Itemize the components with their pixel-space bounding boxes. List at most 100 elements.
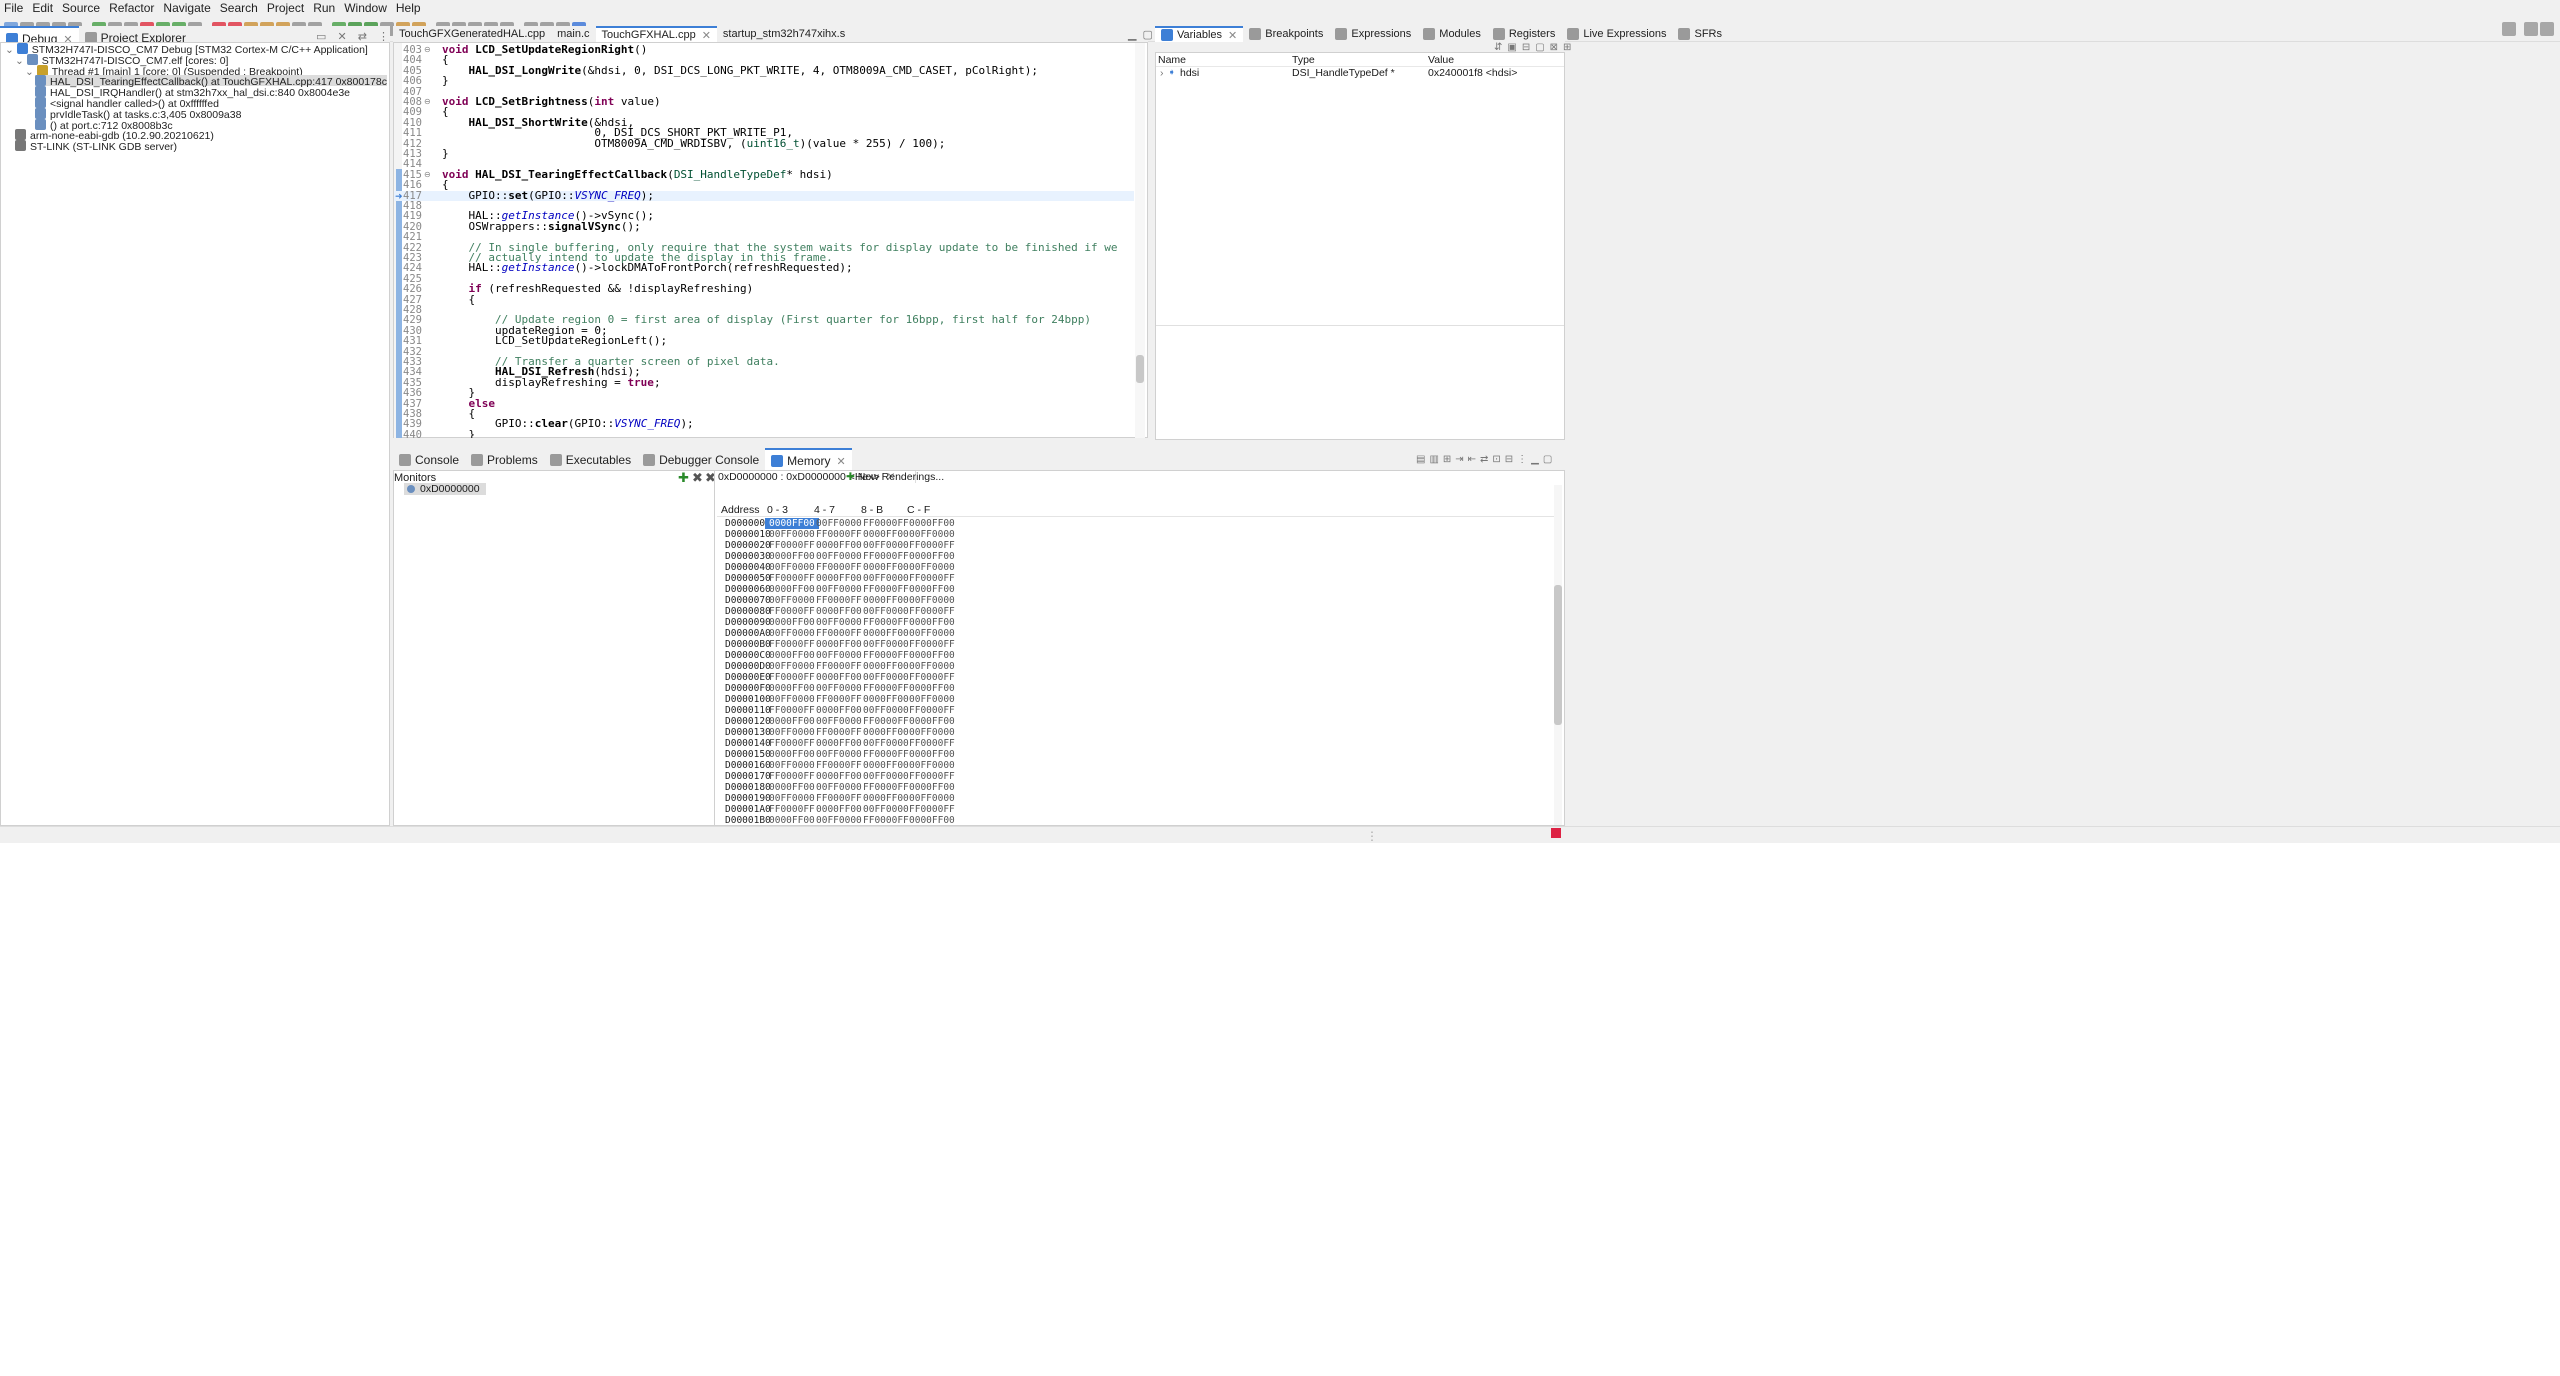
memory-cell[interactable]: 0000FF00 xyxy=(765,518,819,529)
search-icon[interactable] xyxy=(2502,22,2516,36)
memory-cell[interactable]: 00FF0000 xyxy=(909,760,955,771)
monitor-item[interactable]: 0xD0000000 xyxy=(404,483,486,495)
memory-cell[interactable]: 0000FF00 xyxy=(816,606,862,617)
memory-cell[interactable]: 0000FF00 xyxy=(769,584,815,595)
memory-cell[interactable]: 0000FF00 xyxy=(769,551,815,562)
column-header-value[interactable]: Value xyxy=(1428,54,1454,66)
editor-scroll-thumb[interactable] xyxy=(1136,355,1144,383)
memory-cell[interactable]: FF0000FF xyxy=(816,562,862,573)
chevron-right-icon[interactable]: › xyxy=(1160,67,1164,79)
memory-cell[interactable]: 00FF0000 xyxy=(863,606,909,617)
memory-cell[interactable]: 0000FF00 xyxy=(909,683,955,694)
editor-tab-main-c[interactable]: main.c xyxy=(551,26,595,42)
memory-cell[interactable]: 00FF0000 xyxy=(863,672,909,683)
debug-tree-item[interactable]: arm-none-eabi-gdb (10.2.90.20210621) xyxy=(15,129,214,142)
memory-cell[interactable]: 0000FF00 xyxy=(769,815,815,826)
memory-cell[interactable]: 0000FF00 xyxy=(816,672,862,683)
details-pane-divider[interactable] xyxy=(1156,325,1564,326)
memory-cell[interactable]: FF0000FF xyxy=(769,771,815,782)
memory-scroll-thumb[interactable] xyxy=(1554,585,1562,725)
bottom-tab-problems[interactable]: Problems xyxy=(465,448,544,472)
memory-cell[interactable]: FF0000FF xyxy=(863,782,909,793)
debug-tree-item[interactable]: ⌄ STM32H747I-DISCO_CM7.elf [cores: 0] xyxy=(15,53,228,66)
memory-cell[interactable]: 0000FF00 xyxy=(863,760,909,771)
menu-run[interactable]: Run xyxy=(313,1,335,15)
bottom-tab-console[interactable]: Console xyxy=(393,448,465,472)
memory-cell[interactable]: 0000FF00 xyxy=(816,738,862,749)
memory-cell[interactable]: FF0000FF xyxy=(909,771,955,782)
memory-cell[interactable]: 00FF0000 xyxy=(769,628,815,639)
debug-tree-item[interactable]: ST-LINK (ST-LINK GDB server) xyxy=(15,140,177,153)
memory-cell[interactable]: 0000FF00 xyxy=(816,639,862,650)
memory-cell[interactable]: FF0000FF xyxy=(909,606,955,617)
new-renderings-tab[interactable]: ✚ New Renderings... xyxy=(846,471,996,483)
remove-monitor-icon[interactable]: ✖ xyxy=(692,470,703,486)
memory-cell[interactable]: FF0000FF xyxy=(769,639,815,650)
memory-cell[interactable]: 00FF0000 xyxy=(863,540,909,551)
add-monitor-icon[interactable]: ✚ xyxy=(678,470,689,486)
memory-cell[interactable]: 00FF0000 xyxy=(816,650,862,661)
memory-cell[interactable]: 0000FF00 xyxy=(909,518,955,529)
variable-row[interactable]: › ➧ hdsi DSI_HandleTypeDef * 0x240001f8 <hds… xyxy=(1156,67,1564,79)
vars-tab-breakpoints[interactable]: Breakpoints xyxy=(1243,26,1329,42)
memory-cell[interactable]: FF0000FF xyxy=(909,573,955,584)
memory-cell[interactable]: FF0000FF xyxy=(863,584,909,595)
fold-icon[interactable]: ⊖ xyxy=(424,97,431,107)
memory-cell[interactable]: 00FF0000 xyxy=(909,562,955,573)
c-cpp-perspective-icon[interactable] xyxy=(2540,22,2554,36)
memory-cell[interactable]: 0000FF00 xyxy=(863,628,909,639)
memory-cell[interactable]: FF0000FF xyxy=(863,551,909,562)
memory-cell[interactable]: FF0000FF xyxy=(863,815,909,826)
open-perspective-icon[interactable] xyxy=(2524,22,2538,36)
close-tab-icon[interactable]: ✕ xyxy=(702,29,711,42)
memory-cell[interactable]: FF0000FF xyxy=(769,804,815,815)
memory-cell[interactable]: FF0000FF xyxy=(909,705,955,716)
menu-search[interactable]: Search xyxy=(220,1,258,15)
menu-refactor[interactable]: Refactor xyxy=(109,1,154,15)
vars-tab-modules[interactable]: Modules xyxy=(1417,26,1487,42)
memory-vertical-scrollbar[interactable] xyxy=(1554,485,1562,825)
memory-cell[interactable]: FF0000FF xyxy=(863,716,909,727)
notifications-icon[interactable] xyxy=(1551,828,1561,838)
memory-cell[interactable]: 0000FF00 xyxy=(816,540,862,551)
memory-cell[interactable]: 00FF0000 xyxy=(816,716,862,727)
debug-tree-item[interactable]: ⌄ Thread #1 [main] 1 [core: 0] (Suspende… xyxy=(25,64,303,77)
memory-cell[interactable]: FF0000FF xyxy=(863,683,909,694)
memory-cell[interactable]: 0000FF00 xyxy=(769,617,815,628)
memory-cell[interactable]: 0000FF00 xyxy=(863,562,909,573)
memory-cell[interactable]: FF0000FF xyxy=(863,650,909,661)
memory-cell[interactable]: FF0000FF xyxy=(909,672,955,683)
debug-tree-item[interactable]: HAL_DSI_IRQHandler() at stm32h7xx_hal_ds… xyxy=(35,86,350,99)
memory-cell[interactable]: 0000FF00 xyxy=(769,782,815,793)
memory-cell[interactable]: 0000FF00 xyxy=(816,573,862,584)
debug-tree-item[interactable]: ⌄ STM32H747I-DISCO_CM7 Debug [STM32 Cort… xyxy=(5,43,368,56)
memory-cell[interactable]: 0000FF00 xyxy=(863,595,909,606)
memory-cell[interactable]: 0000FF00 xyxy=(863,529,909,540)
editor-horizontal-scrollbar[interactable] xyxy=(393,438,1148,446)
memory-cell[interactable]: FF0000FF xyxy=(816,760,862,771)
memory-cell[interactable]: FF0000FF xyxy=(816,529,862,540)
memory-cell[interactable]: FF0000FF xyxy=(769,705,815,716)
memory-cell[interactable]: FF0000FF xyxy=(909,738,955,749)
memory-cell[interactable]: FF0000FF xyxy=(816,727,862,738)
menu-source[interactable]: Source xyxy=(62,1,100,15)
memory-cell[interactable]: 00FF0000 xyxy=(863,639,909,650)
memory-cell[interactable]: FF0000FF xyxy=(816,628,862,639)
memory-cell[interactable]: 00FF0000 xyxy=(909,595,955,606)
memory-cell[interactable]: 00FF0000 xyxy=(863,573,909,584)
bottom-tab-memory[interactable]: Memory ✕ xyxy=(765,448,852,472)
memory-cell[interactable]: 0000FF00 xyxy=(909,815,955,826)
editor-tab-touchgfxhal-cpp[interactable]: TouchGFXHAL.cpp ✕ xyxy=(595,26,717,42)
memory-cell[interactable]: 00FF0000 xyxy=(769,694,815,705)
memory-cell[interactable]: 00FF0000 xyxy=(909,628,955,639)
memory-cell[interactable]: FF0000FF xyxy=(769,606,815,617)
column-header-name[interactable]: Name xyxy=(1158,54,1186,66)
memory-cell[interactable]: FF0000FF xyxy=(863,749,909,760)
editor-tab-startup-stm32h747xihx-s[interactable]: startup_stm32h747xihx.s xyxy=(717,26,851,42)
memory-cell[interactable]: 0000FF00 xyxy=(769,650,815,661)
menu-window[interactable]: Window xyxy=(344,1,387,15)
memory-cell[interactable]: 0000FF00 xyxy=(909,551,955,562)
memory-cell[interactable]: 0000FF00 xyxy=(909,584,955,595)
memory-cell[interactable]: FF0000FF xyxy=(816,793,862,804)
memory-cell[interactable]: 00FF0000 xyxy=(863,738,909,749)
